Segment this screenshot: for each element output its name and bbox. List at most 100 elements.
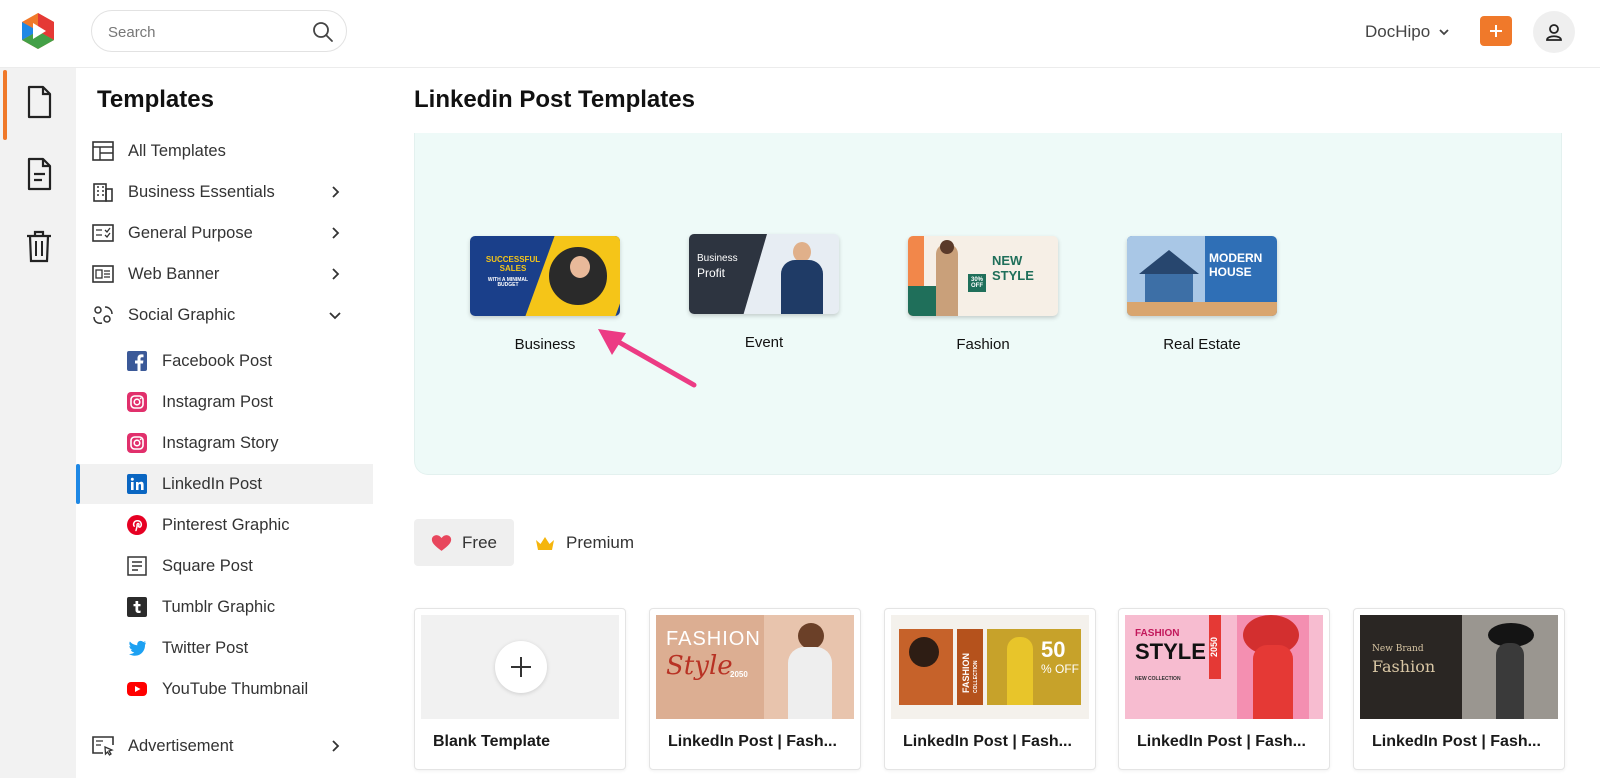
sidebar-item-label: Twitter Post xyxy=(162,638,249,657)
sidebar-item-label: General Purpose xyxy=(128,223,253,242)
template-card-blank[interactable]: Blank Template xyxy=(414,608,626,770)
search-input[interactable] xyxy=(108,21,308,43)
category-name: Event xyxy=(744,334,784,351)
thumb-headline: FASHION xyxy=(961,652,971,693)
checklist-icon xyxy=(92,224,114,242)
thumb-subline: STYLE xyxy=(992,268,1034,283)
plus-icon xyxy=(1490,25,1502,37)
trash-icon[interactable] xyxy=(22,228,56,264)
thumb-year: 2050 xyxy=(730,670,748,679)
thumb-subline: Style xyxy=(666,651,733,681)
template-card[interactable]: FASHION Style 2050 LinkedIn Post | Fash.… xyxy=(649,608,861,770)
category-thumbnail: 30% OFF NEW STYLE xyxy=(908,236,1058,316)
heart-icon xyxy=(431,534,452,551)
filter-premium[interactable]: Premium xyxy=(517,519,651,566)
pointer-arrow-icon xyxy=(598,329,697,388)
category-event[interactable]: Business Profit Event xyxy=(689,234,839,351)
thumb-subline: HOUSE xyxy=(1209,265,1252,279)
template-card[interactable]: FASHION COLLECTION 50 % OFF LinkedIn Pos… xyxy=(884,608,1096,770)
sidebar-item-social-graphic[interactable]: Social Graphic xyxy=(76,295,373,335)
category-name: Real Estate xyxy=(1163,336,1241,353)
chevron-down-icon xyxy=(1439,29,1449,36)
sidebar-item-all-templates[interactable]: All Templates xyxy=(76,131,373,171)
youtube-icon xyxy=(127,682,147,696)
thumb-caption: NEW COLLECTION xyxy=(1135,676,1181,682)
chevron-right-icon xyxy=(332,740,340,752)
sidebar-item-label: Square Post xyxy=(162,556,253,575)
category-name: Fashion xyxy=(956,336,1010,353)
plus-icon xyxy=(511,657,531,677)
account-label: DocHipo xyxy=(1365,22,1431,41)
sidebar-item-instagram-story[interactable]: Instagram Story xyxy=(76,423,373,463)
sidebar-item-web-banner[interactable]: Web Banner xyxy=(76,254,373,294)
sidebar-item-twitter-post[interactable]: Twitter Post xyxy=(76,628,373,668)
sidebar-item-advertisement[interactable]: Advertisement xyxy=(76,726,373,766)
sidebar-item-business-essentials[interactable]: Business Essentials xyxy=(76,172,373,212)
template-card[interactable]: New Brand Fashion LinkedIn Post | Fash..… xyxy=(1353,608,1565,770)
category-panel: SUCCESSFUL SALES WITH A MINIMAL BUDGET B… xyxy=(414,133,1562,475)
sidebar-item-pinterest-graphic[interactable]: Pinterest Graphic xyxy=(76,505,373,545)
account-switcher[interactable]: DocHipo xyxy=(1365,20,1450,44)
thumb-subline: STYLE xyxy=(1135,639,1206,664)
instagram-icon xyxy=(127,392,147,412)
card-thumbnail: New Brand Fashion xyxy=(1360,615,1558,719)
sidebar-item-label: YouTube Thumbnail xyxy=(162,679,309,698)
documents-icon[interactable] xyxy=(22,156,56,192)
filter-premium-label: Premium xyxy=(566,532,635,552)
thumb-subline: Profit xyxy=(697,266,726,280)
chevron-right-icon xyxy=(332,186,340,198)
templates-sidebar: Templates All Templates Business Essenti… xyxy=(76,68,373,778)
page-title: Linkedin Post Templates xyxy=(414,86,695,113)
thumb-badge-sub: % OFF xyxy=(1041,662,1079,676)
card-title: LinkedIn Post | Fash... xyxy=(903,733,1072,750)
sidebar-title: Templates xyxy=(97,86,214,113)
sidebar-item-label: Tumblr Graphic xyxy=(162,597,276,616)
user-avatar[interactable] xyxy=(1533,11,1575,53)
building-icon xyxy=(93,183,113,202)
filter-free-label: Free xyxy=(462,532,497,552)
search-icon[interactable] xyxy=(312,21,334,43)
card-title: LinkedIn Post | Fash... xyxy=(1137,733,1306,750)
category-fashion[interactable]: 30% OFF NEW STYLE Fashion xyxy=(908,236,1058,353)
category-real-estate[interactable]: MODERN HOUSE Real Estate xyxy=(1127,236,1277,353)
add-blank-button[interactable] xyxy=(495,641,547,693)
card-thumbnail: FASHION STYLE 2050 NEW COLLECTION xyxy=(1125,615,1323,719)
templates-icon[interactable] xyxy=(22,84,56,120)
sidebar-item-instagram-post[interactable]: Instagram Post xyxy=(76,382,373,422)
dochipo-logo-icon[interactable] xyxy=(20,12,56,50)
thumb-subline: COLLECTION xyxy=(973,660,979,694)
sidebar-item-youtube-thumbnail[interactable]: YouTube Thumbnail xyxy=(76,669,373,709)
sidebar-item-label: Instagram Post xyxy=(162,392,273,411)
tumblr-icon xyxy=(127,597,147,617)
sidebar-item-general-purpose[interactable]: General Purpose xyxy=(76,213,373,253)
social-icon xyxy=(93,306,113,324)
sidebar-item-facebook-post[interactable]: Facebook Post xyxy=(76,341,373,381)
sidebar-item-tumblr-graphic[interactable]: Tumblr Graphic xyxy=(76,587,373,627)
sidebar-item-label: Advertisement xyxy=(128,736,234,755)
sidebar-item-linkedin-post[interactable]: LinkedIn Post xyxy=(76,464,373,504)
thumb-year: 2050 xyxy=(1209,636,1219,657)
chevron-right-icon xyxy=(332,227,340,239)
user-icon xyxy=(1546,24,1562,41)
banner-icon xyxy=(92,265,114,283)
template-card[interactable]: FASHION STYLE 2050 NEW COLLECTION Linked… xyxy=(1118,608,1330,770)
thumb-headline: Business xyxy=(697,253,738,264)
search-box xyxy=(91,10,347,52)
pinterest-icon xyxy=(127,515,147,535)
card-title: LinkedIn Post | Fash... xyxy=(1372,733,1541,750)
linkedin-icon xyxy=(127,474,147,494)
thumb-headline: MODERN xyxy=(1209,251,1263,265)
thumb-badge: 30% OFF xyxy=(968,274,986,292)
category-thumbnail: SUCCESSFUL SALES WITH A MINIMAL BUDGET xyxy=(470,236,620,316)
thumb-headline: FASHION xyxy=(1135,628,1180,639)
sidebar-item-label: Pinterest Graphic xyxy=(162,515,290,534)
sidebar-item-label: All Templates xyxy=(128,141,226,160)
sidebar-item-square-post[interactable]: Square Post xyxy=(76,546,373,586)
category-thumbnail: Business Profit xyxy=(689,234,839,314)
advertisement-icon xyxy=(92,736,114,756)
thumb-subline: New Brand xyxy=(1372,644,1424,654)
filter-free[interactable]: Free xyxy=(414,519,514,566)
sidebar-item-label: LinkedIn Post xyxy=(162,474,262,493)
create-new-button[interactable] xyxy=(1480,16,1512,46)
chevron-right-icon xyxy=(332,268,340,280)
